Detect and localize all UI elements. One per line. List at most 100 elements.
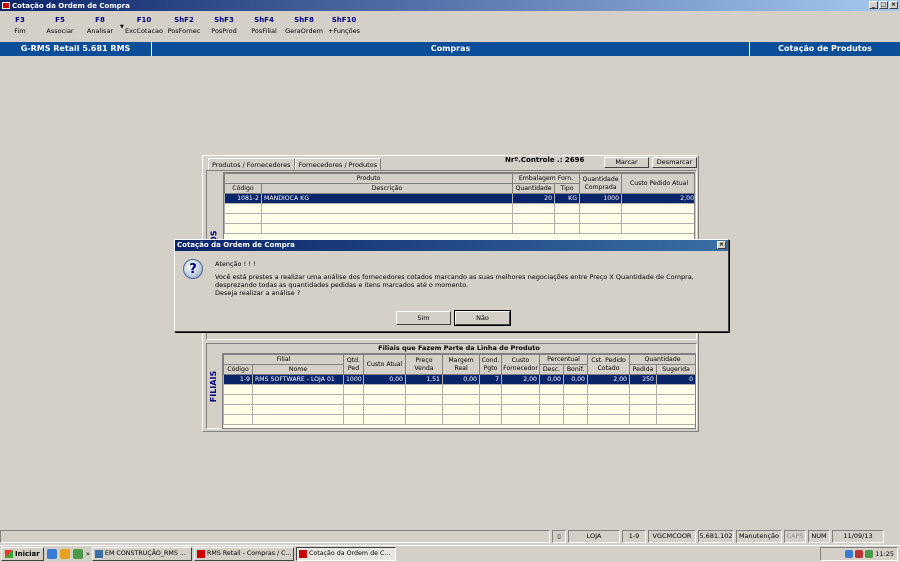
fkey-geraordem[interactable]: ShF8 GeraOrdem: [284, 14, 324, 41]
tray-network-icon[interactable]: [845, 550, 854, 558]
status-version: 5.681.102: [698, 530, 734, 543]
header-sugerida: Sugerida: [655, 364, 695, 375]
status-message: [0, 530, 550, 543]
header-quantidade: Quantidade: [628, 354, 695, 365]
header-quantidade: Quantidade: [512, 183, 556, 194]
table-row[interactable]: 1-9 RMS SOFTWARE - LOJA 01 1000 0,00 1,5…: [223, 374, 695, 385]
header-codigo: Código: [223, 364, 253, 375]
header-cst-pedido-cotado: Cst. Pedido Cotado: [587, 354, 630, 375]
header-embalagem: Embalagem Forn.: [512, 173, 581, 184]
system-tray: 11:25: [820, 547, 898, 561]
window-controls: _ □ ×: [869, 1, 898, 9]
app-icon: [2, 2, 10, 9]
header-percentual: Percentual: [539, 354, 588, 365]
header-preco-venda: Preço Venda: [405, 354, 443, 375]
header-codigo: Código: [224, 183, 262, 194]
header-qtd-ped: Qtd. Ped: [343, 354, 364, 375]
header-custo-pedido: Custo Pedido Atual: [621, 173, 694, 194]
chevron-right-icon[interactable]: »: [86, 550, 90, 558]
minimize-icon[interactable]: _: [869, 1, 878, 9]
dialog-message: Atenção ! ! ! Você está prestes a realiz…: [215, 260, 725, 302]
tray-antivirus-icon[interactable]: [855, 550, 864, 558]
header-qtd-comprada: Quantidade Comprada: [579, 173, 623, 194]
header-nome: Nome: [252, 364, 344, 375]
status-mode: Manutenção: [736, 530, 782, 543]
status-num: NUM: [808, 530, 830, 543]
start-button[interactable]: Iniciar: [1, 547, 44, 561]
dialog-body: Você está prestes a realizar uma análise…: [215, 273, 694, 289]
close-icon[interactable]: ×: [889, 1, 898, 9]
sim-button[interactable]: Sim: [396, 311, 451, 325]
table-row[interactable]: [223, 404, 695, 415]
dialog-close-icon[interactable]: ×: [717, 241, 726, 249]
nao-button[interactable]: Não: [454, 310, 511, 326]
module-name: Compras: [152, 42, 750, 56]
marcar-button[interactable]: Marcar: [604, 157, 649, 168]
task-rms-retail[interactable]: RMS Retail - Compras / C...: [194, 547, 295, 561]
dialog-title-bar: Cotação da Ordem de Compra ×: [175, 240, 728, 251]
quicklaunch-explorer-icon[interactable]: [72, 549, 83, 559]
module-header: G-RMS Retail 5.681 RMS Compras Cotação d…: [0, 42, 900, 56]
table-row[interactable]: [223, 394, 695, 405]
clock[interactable]: 11:25: [875, 550, 894, 558]
header-tipo: Tipo: [554, 183, 581, 194]
status-user: VGCMCOOR: [648, 530, 696, 543]
header-desc: Desc.: [539, 364, 564, 375]
dialog-title: Cotação da Ordem de Compra: [177, 241, 295, 249]
header-bonif: Bonif.: [563, 364, 588, 375]
filiais-title: Filiais que Fazem Parte da Linha do Prod…: [378, 344, 540, 352]
quicklaunch-desktop-icon[interactable]: [46, 549, 57, 559]
task-em-construcao[interactable]: EM CONSTRUÇÃO_RMS ...: [92, 547, 193, 561]
task-cotacao[interactable]: Cotação da Ordem de C...: [296, 547, 397, 561]
status-date: 11/09/13: [832, 530, 884, 543]
fkey-posfornec[interactable]: ShF2 PosFornec: [164, 14, 204, 41]
filiais-grid[interactable]: Filial Qtd. Ped Custo Atual Preço Venda …: [222, 353, 696, 429]
task-icon: [197, 550, 206, 558]
fkey-associar[interactable]: F5 Associar: [40, 14, 80, 41]
tray-volume-icon[interactable]: [865, 550, 874, 558]
table-row[interactable]: [223, 384, 695, 395]
task-icon: [299, 550, 308, 558]
controle-number: Nrº.Controle .: 2696: [505, 156, 585, 164]
tab-produtos-fornecedores[interactable]: Produtos / Fornecedores: [208, 158, 295, 170]
title-bar: Cotação da Ordem de Compra _ □ ×: [0, 0, 900, 11]
dialog-question: Deseja realizar a análise ?: [215, 289, 301, 297]
desmarcar-button[interactable]: Desmarcar: [652, 157, 697, 168]
produtos-grid[interactable]: Produto Embalagem Forn. Quantidade Compr…: [223, 172, 695, 242]
fkey-exccotacao[interactable]: F10 ExcCotacao: [124, 14, 164, 41]
tab-strip: Produtos / Fornecedores Fornecedores / P…: [208, 158, 382, 170]
windows-logo-icon: [5, 550, 13, 558]
status-loja: LOJA: [568, 530, 620, 543]
header-custo-atual: Custo Atual: [363, 354, 406, 375]
status-bar: ▯ LOJA 1-9 VGCMCOOR 5.681.102 Manutenção…: [0, 530, 900, 544]
table-row[interactable]: [224, 213, 694, 224]
system-version: G-RMS Retail 5.681 RMS: [0, 42, 152, 56]
table-row[interactable]: 1081-2 MANDIOCA KG 20 KG 1000 2,00: [224, 193, 694, 204]
header-pedida: Pedida: [629, 364, 657, 375]
confirm-dialog: Cotação da Ordem de Compra × ? Atenção !…: [174, 239, 729, 332]
header-cond-pgto: Cond. Pgto: [479, 354, 502, 375]
fkey-fim[interactable]: F3 Fim: [0, 14, 40, 41]
fkey-posprod[interactable]: ShF3 PosProd: [204, 14, 244, 41]
header-margem-real: Margem Real: [442, 354, 480, 375]
screen-name: Cotação de Produtos: [778, 44, 872, 53]
dialog-warning: Atenção ! ! !: [215, 260, 256, 268]
question-icon: ?: [183, 259, 203, 279]
fkey-analisar[interactable]: F8 Analisar: [80, 14, 120, 41]
quicklaunch-browser-icon[interactable]: [59, 549, 70, 559]
header-produto: Produto: [224, 173, 514, 184]
task-icon: [95, 550, 104, 558]
tab-fornecedores-produtos[interactable]: Fornecedores / Produtos: [294, 158, 382, 170]
fkey-mais-funcoes[interactable]: ShF10 +Funções: [324, 14, 364, 41]
table-row[interactable]: [224, 223, 694, 234]
header-custo-fornecedor: Custo Fornecedor: [501, 354, 540, 375]
maximize-icon[interactable]: □: [879, 1, 888, 9]
filiais-side-label: FILIAIS: [209, 370, 219, 402]
status-caps: CAPS: [784, 530, 806, 543]
taskbar: Iniciar » EM CONSTRUÇÃO_RMS ... RMS Reta…: [0, 545, 900, 562]
table-row[interactable]: [224, 203, 694, 214]
function-key-toolbar: F3 Fim F5 Associar F8 Analisar ▼ F10 ExcCota…: [0, 14, 900, 41]
document-icon: ▯: [552, 530, 566, 543]
fkey-posfilial[interactable]: ShF4 PosFilial: [244, 14, 284, 41]
table-row[interactable]: [223, 414, 695, 425]
